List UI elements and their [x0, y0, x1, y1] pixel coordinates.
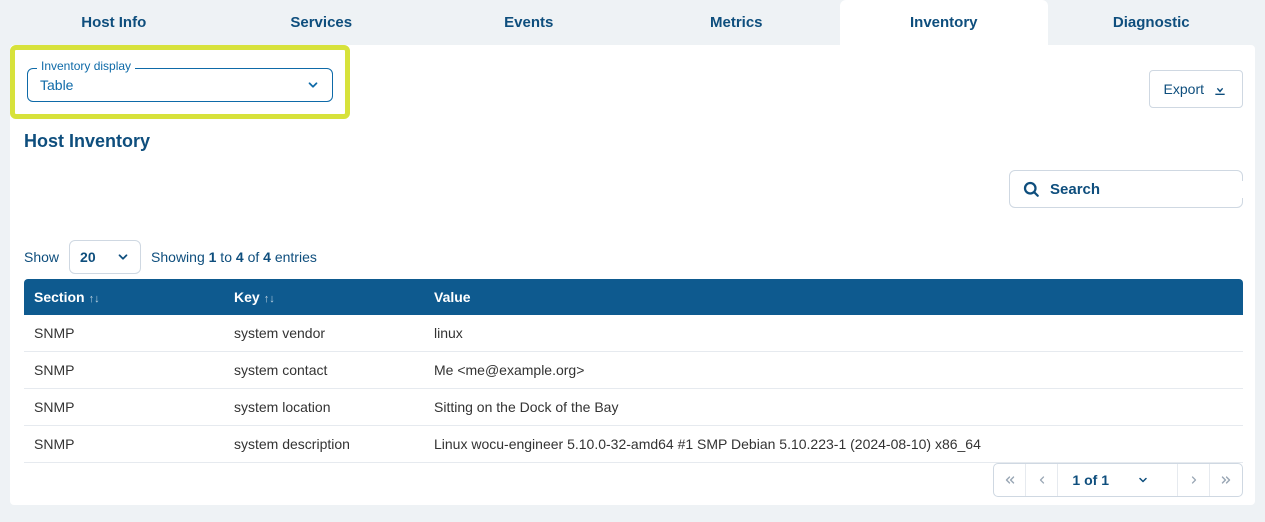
search-input[interactable] — [1050, 181, 1251, 198]
inventory-panel: Inventory display Table Export Host Inve… — [10, 45, 1255, 505]
col-header-value[interactable]: Value — [424, 279, 1243, 315]
cell-section: SNMP — [24, 352, 224, 389]
cell-value: linux — [424, 315, 1243, 352]
tab-label: Diagnostic — [1113, 14, 1190, 31]
cell-value: Linux wocu-engineer 5.10.0-32-amd64 #1 S… — [424, 426, 1243, 463]
table-row: SNMP system location Sitting on the Dock… — [24, 389, 1243, 426]
inventory-display-select[interactable]: Table — [27, 68, 333, 102]
tabs-bar: Host Info Services Events Metrics Invent… — [0, 0, 1265, 45]
inventory-display-select-wrap: Inventory display Table — [27, 68, 333, 102]
inventory-table: Section ↑↓ Key ↑↓ Value SNMP system vendor… — [24, 279, 1243, 463]
entries-prefix: Showing — [151, 249, 209, 265]
page-title: Host Inventory — [24, 131, 150, 152]
cell-section: SNMP — [24, 389, 224, 426]
tab-label: Events — [504, 14, 553, 31]
chevron-down-icon — [306, 78, 320, 92]
export-label: Export — [1164, 81, 1204, 97]
tab-metrics[interactable]: Metrics — [633, 0, 841, 45]
cell-key: system description — [224, 426, 424, 463]
last-page-button[interactable] — [1210, 464, 1242, 496]
tab-label: Metrics — [710, 14, 763, 31]
inventory-display-value: Table — [40, 77, 73, 93]
page-label: 1 of 1 — [1072, 472, 1109, 488]
table-controls: Show 20 Showing 1 to 4 of 4 entries — [24, 240, 317, 274]
export-button[interactable]: Export — [1149, 70, 1243, 108]
page-size-select[interactable]: 20 — [69, 240, 141, 274]
page-size-value: 20 — [80, 249, 96, 265]
tab-events[interactable]: Events — [425, 0, 633, 45]
tab-diagnostic[interactable]: Diagnostic — [1048, 0, 1256, 45]
chevron-down-icon — [1137, 474, 1149, 486]
entries-mid2: of — [244, 249, 263, 265]
inventory-display-highlight: Inventory display Table — [10, 45, 350, 119]
paginator: 1 of 1 — [993, 463, 1243, 497]
download-icon — [1212, 81, 1228, 97]
col-header-label: Value — [434, 289, 471, 305]
cell-section: SNMP — [24, 315, 224, 352]
entries-mid1: to — [216, 249, 235, 265]
sort-icon: ↑↓ — [89, 293, 100, 305]
search-icon — [1022, 180, 1040, 198]
entries-to: 4 — [236, 249, 244, 265]
cell-key: system vendor — [224, 315, 424, 352]
search-box[interactable] — [1009, 170, 1243, 208]
tab-host-info[interactable]: Host Info — [10, 0, 218, 45]
cell-key: system location — [224, 389, 424, 426]
entries-suffix: entries — [271, 249, 317, 265]
cell-section: SNMP — [24, 426, 224, 463]
first-page-button[interactable] — [994, 464, 1026, 496]
prev-page-button[interactable] — [1026, 464, 1058, 496]
show-label: Show — [24, 249, 59, 265]
table-row: SNMP system description Linux wocu-engin… — [24, 426, 1243, 463]
entries-summary: Showing 1 to 4 of 4 entries — [151, 249, 317, 265]
cell-value: Me <me@example.org> — [424, 352, 1243, 389]
sort-icon: ↑↓ — [264, 293, 275, 305]
table-header-row: Section ↑↓ Key ↑↓ Value — [24, 279, 1243, 315]
tab-inventory[interactable]: Inventory — [840, 0, 1048, 45]
entries-total: 4 — [263, 249, 271, 265]
tab-label: Host Info — [81, 14, 146, 31]
col-header-section[interactable]: Section ↑↓ — [24, 279, 224, 315]
inventory-display-label: Inventory display — [37, 59, 135, 73]
cell-key: system contact — [224, 352, 424, 389]
cell-value: Sitting on the Dock of the Bay — [424, 389, 1243, 426]
table-row: SNMP system contact Me <me@example.org> — [24, 352, 1243, 389]
page-indicator[interactable]: 1 of 1 — [1058, 464, 1178, 496]
col-header-label: Section — [34, 289, 85, 305]
tab-label: Inventory — [910, 14, 978, 31]
tab-services[interactable]: Services — [218, 0, 426, 45]
chevron-down-icon — [116, 250, 130, 264]
next-page-button[interactable] — [1178, 464, 1210, 496]
table-row: SNMP system vendor linux — [24, 315, 1243, 352]
col-header-label: Key — [234, 289, 260, 305]
col-header-key[interactable]: Key ↑↓ — [224, 279, 424, 315]
tab-label: Services — [290, 14, 352, 31]
